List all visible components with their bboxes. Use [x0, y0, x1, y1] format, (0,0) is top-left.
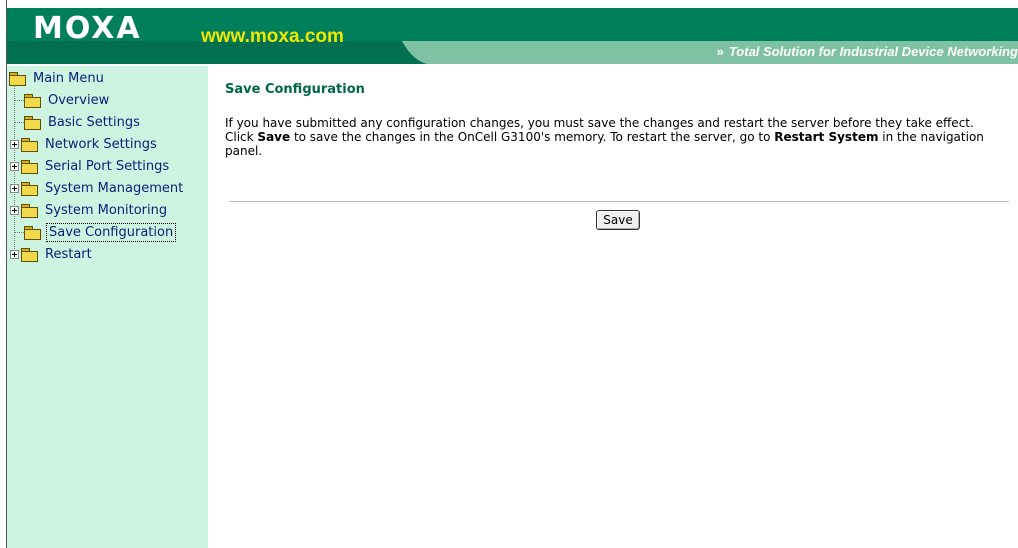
- sidebar-item-label: System Management: [45, 180, 184, 196]
- desc-save-word: Save: [257, 130, 291, 144]
- expand-plus-icon[interactable]: [10, 249, 19, 259]
- sidebar-item-serial-port-settings[interactable]: Serial Port Settings: [10, 156, 171, 176]
- folder-icon: [24, 93, 41, 108]
- folder-icon: [24, 115, 41, 130]
- sidebar-item-network-settings[interactable]: Network Settings: [10, 134, 159, 154]
- expand-plus-icon[interactable]: [10, 183, 19, 193]
- tagline-text: Total Solution for Industrial Device Net…: [728, 44, 1018, 59]
- sidebar-item-system-management[interactable]: System Management: [10, 178, 185, 198]
- left-border: [0, 0, 7, 548]
- sidebar-item-label: System Monitoring: [45, 202, 168, 218]
- open-folder-icon: [9, 71, 26, 86]
- sidebar-item-basic-settings[interactable]: Basic Settings: [24, 112, 142, 132]
- sidebar-item-label: Restart: [45, 246, 92, 262]
- desc-click: Click: [225, 130, 258, 144]
- main-content: Save Configuration If you have submitted…: [208, 66, 1018, 548]
- sidebar-item-system-monitoring[interactable]: System Monitoring: [10, 200, 169, 220]
- folder-icon: [21, 159, 38, 174]
- tree-root-label: Main Menu: [33, 70, 104, 86]
- folder-icon: [24, 225, 41, 240]
- desc-mid: to save the changes in the OnCell G3100'…: [290, 130, 775, 144]
- sidebar-item-save-configuration[interactable]: Save Configuration: [24, 222, 177, 242]
- sidebar-item-label: Network Settings: [45, 136, 157, 152]
- moxa-logo: MOXA: [33, 11, 142, 46]
- folder-icon: [21, 137, 38, 152]
- expand-plus-icon[interactable]: [10, 205, 19, 215]
- sidebar-item-label: Overview: [48, 92, 110, 108]
- sidebar-item-label: Serial Port Settings: [45, 158, 170, 174]
- sidebar-item-restart[interactable]: Restart: [10, 244, 94, 264]
- page-title: Save Configuration: [225, 82, 365, 97]
- double-chevron-icon: »: [716, 44, 724, 59]
- expand-plus-icon[interactable]: [10, 139, 19, 149]
- tagline: » Total Solution for Industrial Device Ne…: [717, 44, 1018, 60]
- expand-plus-icon[interactable]: [10, 161, 19, 171]
- sidebar-item-label: Basic Settings: [48, 114, 140, 130]
- folder-icon: [21, 203, 38, 218]
- sidebar-item-overview[interactable]: Overview: [24, 90, 111, 110]
- folder-icon: [21, 181, 38, 196]
- save-button[interactable]: Save: [596, 210, 640, 230]
- desc-line-1: If you have submitted any configuration …: [225, 116, 974, 130]
- site-url: www.moxa.com: [201, 26, 344, 47]
- tree-root-main-menu[interactable]: Main Menu: [9, 68, 106, 88]
- desc-restart-word: Restart System: [774, 130, 879, 144]
- navigation-panel: Main Menu Overview Basic Settings Networ…: [7, 66, 208, 548]
- description-text: If you have submitted any configuration …: [225, 116, 1018, 158]
- sidebar-item-label: Save Configuration: [46, 222, 177, 242]
- folder-icon: [21, 247, 38, 262]
- header-banner: MOXA www.moxa.com » Total Solution for In…: [7, 0, 1018, 66]
- divider: [229, 201, 1009, 203]
